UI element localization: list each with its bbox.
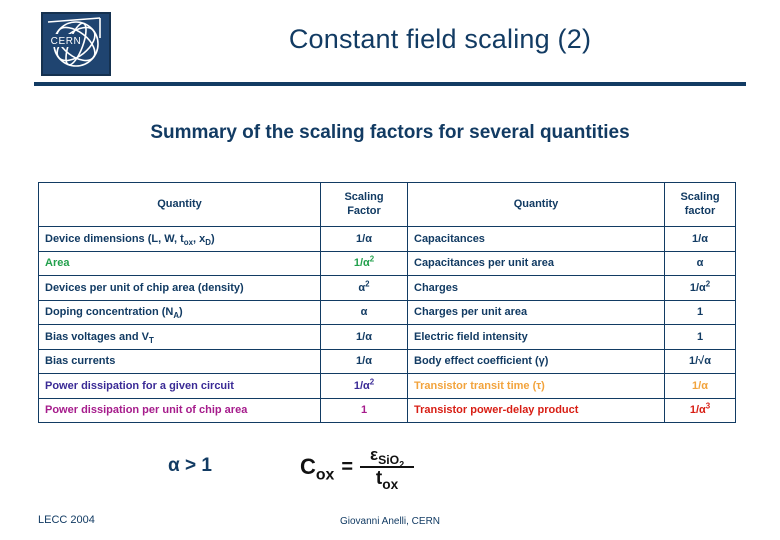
cell-quantity-right: Capacitances per unit area	[407, 250, 665, 276]
page-subtitle: Summary of the scaling factors for sever…	[150, 122, 630, 143]
table-header-row: Quantity Scaling Factor Quantity Scaling…	[38, 182, 736, 227]
column-header-quantity-left: Quantity	[38, 182, 321, 227]
cell-quantity-left: Area	[38, 250, 321, 276]
cell-quantity-left: Bias voltages and VT	[38, 324, 321, 350]
table-row: Doping concentration (NA) α Charges per un…	[38, 299, 736, 325]
alpha-condition: α > 1	[168, 455, 212, 476]
cell-quantity-left: Devices per unit of chip area (density)	[38, 275, 321, 301]
table-row: Devices per unit of chip area (density) α…	[38, 275, 736, 301]
column-header-scaling-factor-left-line2: Factor	[347, 204, 381, 217]
cell-quantity-left: Power dissipation for a given circuit	[38, 373, 321, 399]
cell-scaling-factor-left: 1/α2	[320, 373, 408, 399]
cell-quantity-right: Charges per unit area	[407, 299, 665, 325]
cox-formula: Cox = εSiO2 tox	[300, 445, 415, 492]
table-row: Device dimensions (L, W, tox, xD) 1/α Capa…	[38, 226, 736, 252]
cox-formula-lhs: Cox	[300, 453, 335, 484]
cern-logo-icon: CERN	[40, 12, 112, 76]
cell-quantity-left: Doping concentration (NA)	[38, 299, 321, 325]
column-header-quantity-right: Quantity	[407, 182, 665, 227]
cell-scaling-factor-left: 1/α	[320, 226, 408, 252]
table-row: Power dissipation for a given circuit 1/α…	[38, 373, 736, 399]
cell-scaling-factor-right: 1/α2	[664, 275, 736, 301]
column-header-scaling-factor-left-line1: Scaling	[344, 190, 384, 203]
cox-formula-fraction: εSiO2 tox	[360, 445, 415, 492]
cell-scaling-factor-left: α2	[320, 275, 408, 301]
table-row: Power dissipation per unit of chip area 1…	[38, 397, 736, 423]
cell-scaling-factor-left: 1/α	[320, 348, 408, 374]
table-body: Device dimensions (L, W, tox, xD) 1/α Capa…	[38, 226, 736, 423]
scaling-factors-table: Quantity Scaling Factor Quantity Scaling…	[38, 182, 736, 423]
cell-scaling-factor-left: 1/α2	[320, 250, 408, 276]
cell-scaling-factor-right: 1/√α	[664, 348, 736, 374]
cell-scaling-factor-right: 1/α	[664, 373, 736, 399]
cern-logo: CERN	[40, 12, 112, 76]
table-row: Area 1/α2 Capacitances per unit area α	[38, 250, 736, 276]
cox-formula-denominator: tox	[375, 467, 399, 492]
cern-logo-label: CERN	[51, 36, 82, 47]
cell-quantity-left: Device dimensions (L, W, tox, xD)	[38, 226, 321, 252]
cell-scaling-factor-right: 1	[664, 299, 736, 325]
scaling-factors-table-container: Quantity Scaling Factor Quantity Scaling…	[38, 182, 736, 423]
cell-quantity-right: Transistor power-delay product	[407, 397, 665, 423]
cell-quantity-left: Power dissipation per unit of chip area	[38, 397, 321, 423]
cell-quantity-right: Electric field intensity	[407, 324, 665, 350]
column-header-scaling-factor-left: Scaling Factor	[320, 182, 408, 227]
cell-scaling-factor-left: 1/α	[320, 324, 408, 350]
cell-quantity-right: Transistor transit time (τ)	[407, 373, 665, 399]
cell-quantity-right: Body effect coefficient (γ)	[407, 348, 665, 374]
cell-quantity-left: Bias currents	[38, 348, 321, 374]
cell-scaling-factor-left: 1	[320, 397, 408, 423]
table-row: Bias currents 1/α Body effect coefficient …	[38, 348, 736, 374]
table-row: Bias voltages and VT 1/α Electric field in…	[38, 324, 736, 350]
title-divider	[34, 82, 746, 86]
column-header-scaling-factor-right-line1: Scaling	[680, 190, 720, 203]
cell-scaling-factor-left: α	[320, 299, 408, 325]
cell-scaling-factor-right: α	[664, 250, 736, 276]
footer-author: Giovanni Anelli, CERN	[339, 516, 441, 527]
table-header: Quantity Scaling Factor Quantity Scaling…	[38, 182, 736, 227]
cox-formula-equals: =	[341, 455, 354, 478]
cell-quantity-right: Charges	[407, 275, 665, 301]
column-header-scaling-factor-right-line2: factor	[684, 204, 716, 217]
cell-scaling-factor-right: 1	[664, 324, 736, 350]
column-header-scaling-factor-right: Scaling factor	[664, 182, 736, 227]
cell-scaling-factor-right: 1/α3	[664, 397, 736, 423]
page-title: Constant field scaling (2)	[288, 24, 592, 54]
slide-canvas: CERN Constant field scaling (2) Summary …	[0, 0, 780, 540]
cell-scaling-factor-right: 1/α	[664, 226, 736, 252]
cell-quantity-right: Capacitances	[407, 226, 665, 252]
cox-formula-numerator: εSiO2	[370, 445, 405, 470]
